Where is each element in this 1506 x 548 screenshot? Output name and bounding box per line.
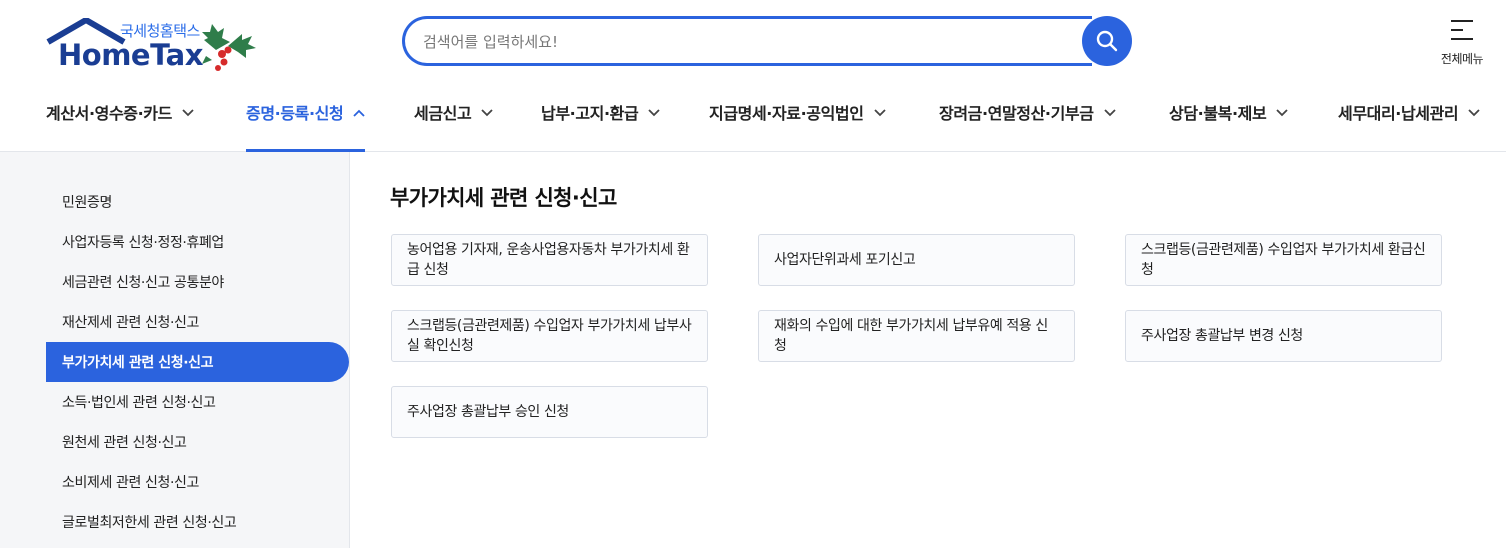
nav-item-label: 상담·불복·제보	[1169, 104, 1267, 123]
nav-item-label: 세금신고	[414, 104, 472, 123]
nav-item-label: 세무대리·납세관리	[1338, 104, 1459, 123]
nav-item-label: 지급명세·자료·공익법인	[709, 104, 864, 123]
chevron-up-icon	[353, 109, 365, 117]
hometax-logo[interactable]: 국세청홈택스 HomeTax	[46, 16, 261, 78]
chevron-down-icon	[182, 109, 194, 117]
nav-item-tax-agent[interactable]: 세무대리·납세관리	[1338, 100, 1480, 152]
nav-item-incentive-year-end[interactable]: 장려금·연말정산·기부금	[939, 100, 1116, 152]
search-icon	[1096, 30, 1118, 52]
search-box	[402, 16, 1092, 66]
service-card-label: 스크랩등(금관련제품) 수입업자 부가가치세 납부사실 확인신청	[407, 318, 692, 354]
sidebar: 민원증명 사업자등록 신청·정정·휴폐업 세금관련 신청·신고 공통분야 재산제…	[0, 152, 350, 548]
service-card-label: 주사업장 총괄납부 승인 신청	[407, 404, 569, 420]
nav-item-consult-appeal[interactable]: 상담·불복·제보	[1169, 100, 1288, 152]
service-card[interactable]: 재화의 수입에 대한 부가가치세 납부유예 적용 신청	[758, 310, 1075, 362]
service-card[interactable]: 주사업장 총괄납부 변경 신청	[1125, 310, 1442, 362]
service-card[interactable]: 사업자단위과세 포기신고	[758, 234, 1075, 286]
chevron-down-icon	[1103, 109, 1116, 117]
sidebar-item-withholding-tax[interactable]: 원천세 관련 신청·신고	[62, 432, 187, 456]
service-card-label: 주사업장 총괄납부 변경 신청	[1141, 328, 1303, 344]
page-title: 부가가치세 관련 신청·신고	[390, 186, 617, 210]
chevron-down-icon	[1468, 109, 1480, 117]
all-menu-button[interactable]: 전체메뉴	[1432, 16, 1492, 70]
service-card-label: 농어업용 기자재, 운송사업용자동차 부가가치세 환급 신청	[407, 242, 690, 278]
search-button[interactable]	[1082, 16, 1132, 66]
service-card-label: 재화의 수입에 대한 부가가치세 납부유예 적용 신청	[774, 318, 1048, 354]
header: 국세청홈택스 HomeTax 전체메뉴	[0, 0, 1506, 80]
service-card[interactable]: 스크랩등(금관련제품) 수입업자 부가가치세 납부사실 확인신청	[391, 310, 708, 362]
sidebar-item-tax-common[interactable]: 세금관련 신청·신고 공통분야	[62, 272, 224, 296]
chevron-down-icon	[648, 109, 660, 117]
all-menu-label: 전체메뉴	[1440, 52, 1484, 66]
nav-item-invoice-receipt-card[interactable]: 계산서·영수증·카드	[46, 100, 194, 152]
sidebar-item-global-minimum-tax[interactable]: 글로벌최저한세 관련 신청·신고	[62, 512, 237, 536]
sidebar-item-income-corporate-tax[interactable]: 소득·법인세 관련 신청·신고	[62, 392, 216, 416]
nav-item-tax-filing[interactable]: 세금신고	[414, 100, 493, 152]
nav-item-payment-statement[interactable]: 지급명세·자료·공익법인	[709, 100, 886, 152]
nav-item-payment-notice-refund[interactable]: 납부·고지·환급	[541, 100, 660, 152]
sidebar-item-property-tax[interactable]: 재산제세 관련 신청·신고	[62, 312, 199, 336]
chevron-down-icon	[873, 109, 886, 117]
search-input[interactable]	[423, 31, 1063, 53]
nav-item-label: 증명·등록·신청	[246, 104, 344, 123]
service-card[interactable]: 스크랩등(금관련제품) 수입업자 부가가치세 환급신청	[1125, 234, 1442, 286]
sidebar-item-business-registration[interactable]: 사업자등록 신청·정정·휴폐업	[62, 232, 224, 256]
logo-title: HomeTax	[58, 38, 203, 72]
chevron-down-icon	[481, 109, 493, 117]
service-card-label: 사업자단위과세 포기신고	[774, 252, 916, 268]
sidebar-item-label: 부가가치세 관련 신청·신고	[62, 355, 214, 371]
sidebar-item-civil-certificate[interactable]: 민원증명	[62, 192, 112, 216]
nav-item-certificate-registration[interactable]: 증명·등록·신청	[246, 100, 366, 152]
service-card[interactable]: 주사업장 총괄납부 승인 신청	[391, 386, 708, 438]
nav-item-label: 계산서·영수증·카드	[46, 104, 172, 123]
holly-icon	[202, 24, 256, 71]
service-card-label: 스크랩등(금관련제품) 수입업자 부가가치세 환급신청	[1141, 242, 1426, 278]
nav-item-label: 납부·고지·환급	[541, 104, 639, 123]
nav-item-label: 장려금·연말정산·기부금	[939, 104, 1094, 123]
chevron-down-icon	[1276, 109, 1288, 117]
hamburger-menu-icon	[1451, 20, 1473, 40]
sidebar-item-vat[interactable]: 부가가치세 관련 신청·신고	[46, 342, 349, 382]
service-card[interactable]: 농어업용 기자재, 운송사업용자동차 부가가치세 환급 신청	[391, 234, 708, 286]
main-navigation: 계산서·영수증·카드 증명·등록·신청 세금신고 납부·고지·환급 지급명세·자…	[0, 80, 1506, 152]
sidebar-item-consumption-tax[interactable]: 소비제세 관련 신청·신고	[62, 472, 199, 496]
